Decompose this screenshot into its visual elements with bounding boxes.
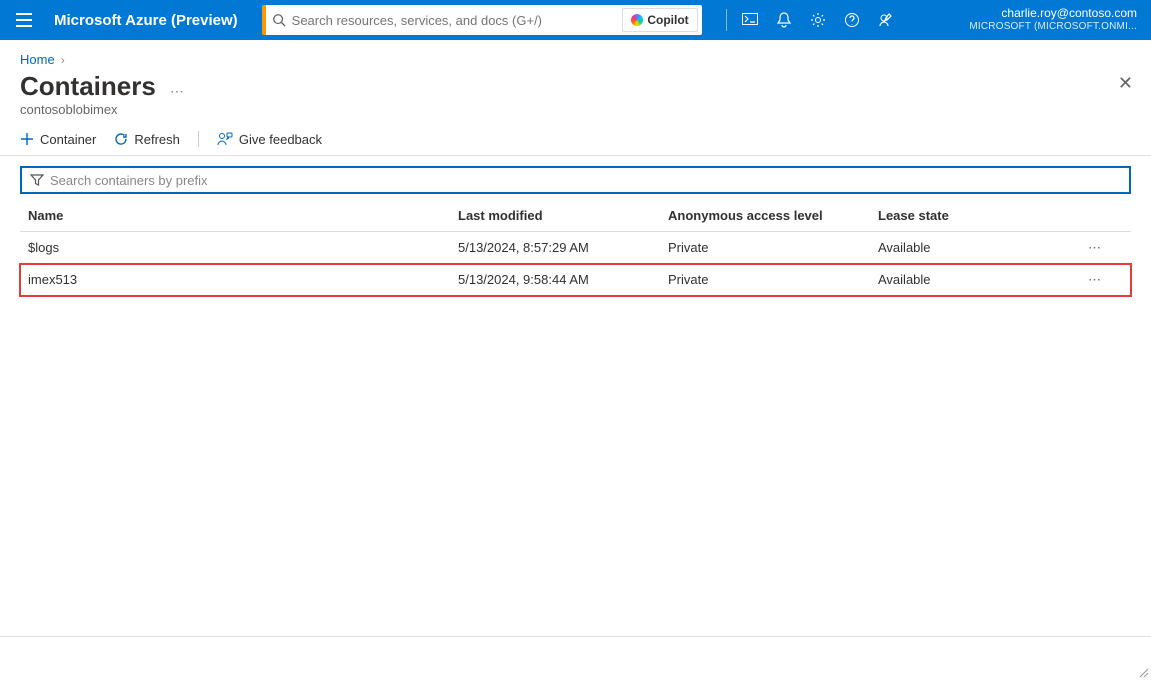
cell-last-modified: 5/13/2024, 9:58:44 AM bbox=[450, 272, 660, 287]
col-last-modified[interactable]: Last modified bbox=[450, 208, 660, 223]
cell-access: Private bbox=[660, 240, 870, 255]
top-header: Microsoft Azure (Preview) Copilot charli… bbox=[0, 0, 1151, 40]
hamburger-menu-button[interactable] bbox=[4, 0, 44, 40]
cell-lease: Available bbox=[870, 240, 1050, 255]
global-search[interactable]: Copilot bbox=[262, 5, 702, 35]
filter-input[interactable] bbox=[50, 173, 1121, 188]
page-subtitle: contosoblobimex bbox=[0, 102, 1151, 125]
resize-handle[interactable] bbox=[1139, 665, 1149, 675]
copilot-icon bbox=[631, 14, 643, 26]
col-access[interactable]: Anonymous access level bbox=[660, 208, 870, 223]
add-container-label: Container bbox=[40, 132, 96, 147]
feedback-button[interactable] bbox=[869, 0, 903, 40]
account-tenant: MICROSOFT (MICROSOFT.ONMI... bbox=[969, 20, 1137, 34]
col-lease[interactable]: Lease state bbox=[870, 208, 1050, 223]
page-more-button[interactable]: ⋯ bbox=[170, 83, 185, 100]
give-feedback-label: Give feedback bbox=[239, 132, 322, 147]
footer-divider bbox=[0, 636, 1151, 637]
cell-name: imex513 bbox=[20, 272, 450, 287]
give-feedback-button[interactable]: Give feedback bbox=[217, 132, 322, 147]
table-header: Name Last modified Anonymous access leve… bbox=[20, 200, 1131, 232]
page-header: Containers ⋯ ✕ bbox=[0, 71, 1151, 102]
copilot-label: Copilot bbox=[647, 13, 688, 27]
plus-icon bbox=[20, 132, 34, 146]
refresh-label: Refresh bbox=[134, 132, 180, 147]
notifications-button[interactable] bbox=[767, 0, 801, 40]
breadcrumb: Home › bbox=[0, 40, 1151, 71]
cell-lease: Available bbox=[870, 272, 1050, 287]
col-name[interactable]: Name bbox=[20, 208, 450, 223]
filter-box[interactable] bbox=[20, 166, 1131, 194]
table-row[interactable]: $logs 5/13/2024, 8:57:29 AM Private Avai… bbox=[20, 232, 1131, 264]
help-button[interactable] bbox=[835, 0, 869, 40]
cloud-shell-button[interactable] bbox=[733, 0, 767, 40]
close-button[interactable]: ✕ bbox=[1118, 73, 1133, 94]
brand-label: Microsoft Azure (Preview) bbox=[44, 12, 252, 29]
cell-last-modified: 5/13/2024, 8:57:29 AM bbox=[450, 240, 660, 255]
refresh-button[interactable]: Refresh bbox=[114, 132, 180, 147]
page-title: Containers bbox=[20, 71, 156, 102]
containers-table: Name Last modified Anonymous access leve… bbox=[0, 200, 1151, 296]
copilot-button[interactable]: Copilot bbox=[622, 8, 697, 32]
row-more-button[interactable]: ⋯ bbox=[1050, 272, 1110, 288]
refresh-icon bbox=[114, 132, 128, 146]
separator bbox=[726, 9, 727, 31]
person-feedback-icon bbox=[217, 132, 233, 146]
top-icon-bar bbox=[720, 0, 903, 40]
separator bbox=[198, 131, 199, 147]
chevron-right-icon: › bbox=[61, 53, 65, 67]
filter-icon bbox=[30, 173, 44, 187]
command-bar: Container Refresh Give feedback bbox=[0, 125, 1151, 156]
table-row[interactable]: imex513 5/13/2024, 9:58:44 AM Private Av… bbox=[20, 264, 1131, 296]
search-icon bbox=[272, 13, 286, 27]
cell-name: $logs bbox=[20, 240, 450, 255]
account-info[interactable]: charlie.roy@contoso.com MICROSOFT (MICRO… bbox=[959, 6, 1147, 34]
add-container-button[interactable]: Container bbox=[20, 132, 96, 147]
cell-access: Private bbox=[660, 272, 870, 287]
global-search-input[interactable] bbox=[292, 13, 619, 28]
filter-row bbox=[0, 156, 1151, 200]
account-email: charlie.roy@contoso.com bbox=[969, 6, 1137, 20]
settings-button[interactable] bbox=[801, 0, 835, 40]
breadcrumb-home[interactable]: Home bbox=[20, 52, 55, 67]
row-more-button[interactable]: ⋯ bbox=[1050, 240, 1110, 256]
